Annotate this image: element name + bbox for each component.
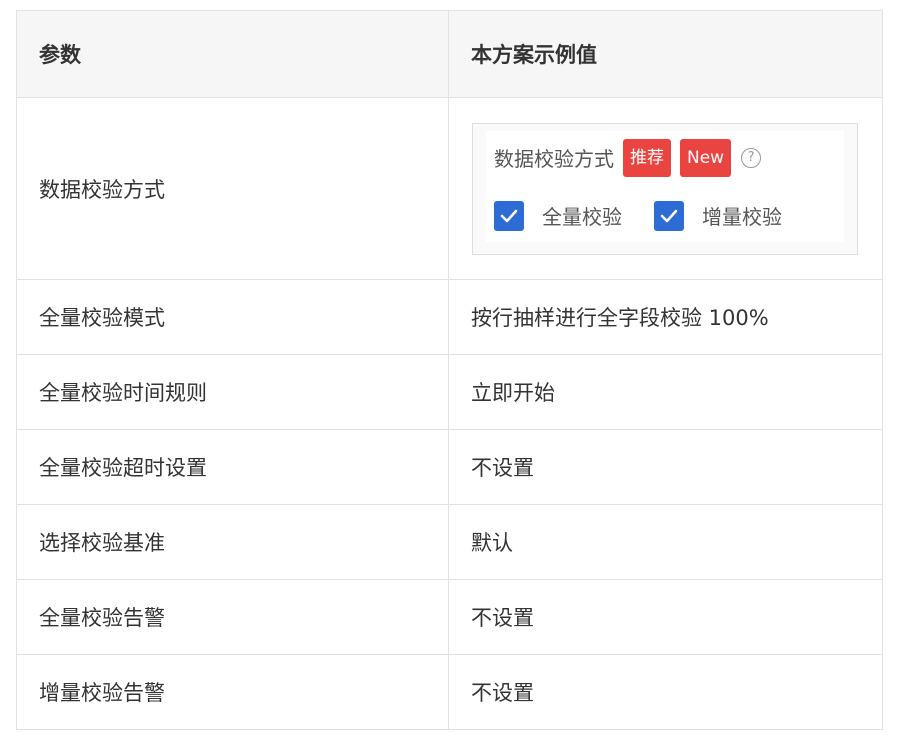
validation-method-panel: 数据校验方式 推荐 New ? 全量校验 增量校验 — [486, 130, 844, 242]
table-row: 全量校验告警 不设置 — [16, 579, 883, 655]
row-value: 按行抽样进行全字段校验 100% — [448, 279, 883, 355]
checkmark-icon — [500, 209, 518, 222]
checkmark-icon — [660, 209, 678, 222]
row-param: 增量校验告警 — [16, 654, 449, 730]
full-validation-option[interactable]: 全量校验 — [494, 200, 622, 231]
table-row: 全量校验时间规则 立即开始 — [16, 354, 883, 430]
validation-method-label: 数据校验方式 — [494, 147, 614, 171]
row-value: 不设置 — [448, 654, 883, 730]
table-header-row: 参数 本方案示例值 — [16, 10, 883, 98]
table-row: 数据校验方式 数据校验方式 推荐 New ? 全量校验 增量校验 — [16, 97, 883, 280]
row-value: 立即开始 — [448, 354, 883, 430]
validation-checkbox-group: 全量校验 增量校验 — [494, 199, 814, 233]
header-param: 参数 — [16, 10, 449, 98]
full-validation-label: 全量校验 — [542, 205, 622, 229]
validation-method-header: 数据校验方式 推荐 New ? — [494, 138, 762, 178]
row-value: 数据校验方式 推荐 New ? 全量校验 增量校验 — [448, 97, 883, 280]
row-param: 数据校验方式 — [16, 97, 449, 280]
incremental-validation-option[interactable]: 增量校验 — [654, 200, 782, 231]
recommended-badge: 推荐 — [623, 138, 671, 177]
row-param: 全量校验告警 — [16, 579, 449, 655]
new-badge: New — [680, 138, 732, 177]
incremental-validation-checkbox[interactable] — [654, 200, 684, 231]
validation-method-screenshot: 数据校验方式 推荐 New ? 全量校验 增量校验 — [472, 122, 858, 255]
table-row: 全量校验模式 按行抽样进行全字段校验 100% — [16, 279, 883, 355]
row-value: 不设置 — [448, 579, 883, 655]
row-param: 选择校验基准 — [16, 504, 449, 580]
row-param: 全量校验模式 — [16, 279, 449, 355]
header-example-value: 本方案示例值 — [448, 10, 883, 98]
row-value: 默认 — [448, 504, 883, 580]
row-param: 全量校验时间规则 — [16, 354, 449, 430]
table-row: 增量校验告警 不设置 — [16, 654, 883, 730]
parameters-table: 参数 本方案示例值 数据校验方式 数据校验方式 推荐 New ? 全量校验 增量… — [16, 10, 883, 730]
row-value: 不设置 — [448, 429, 883, 505]
incremental-validation-label: 增量校验 — [702, 205, 782, 229]
question-circle-icon[interactable]: ? — [741, 147, 762, 168]
table-row: 选择校验基准 默认 — [16, 504, 883, 580]
row-param: 全量校验超时设置 — [16, 429, 449, 505]
table-row: 全量校验超时设置 不设置 — [16, 429, 883, 505]
full-validation-checkbox[interactable] — [494, 200, 524, 231]
